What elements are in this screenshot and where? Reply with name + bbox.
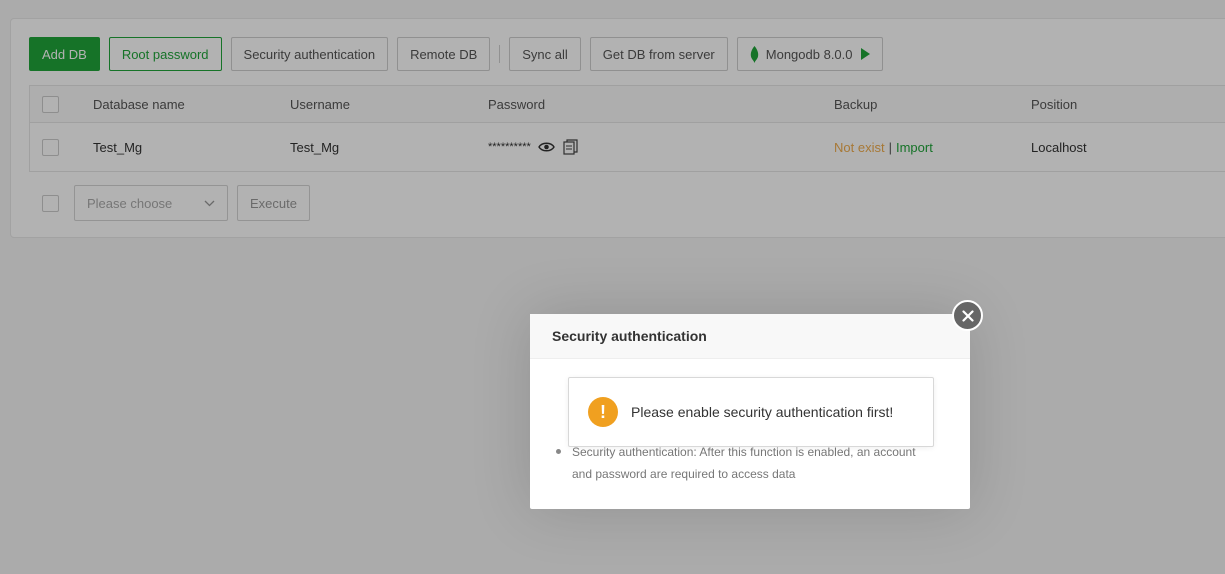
tip-item: Security authentication: After this func… [556, 441, 916, 485]
dialog-tips: Security authentication: After this func… [556, 441, 916, 485]
close-button[interactable] [952, 300, 983, 331]
close-icon [961, 309, 974, 322]
dialog-title: Security authentication [530, 314, 970, 359]
warning-icon: ! [588, 397, 618, 427]
warning-message-text: Please enable security authentication fi… [631, 404, 894, 420]
warning-message: ! Please enable security authentication … [568, 377, 934, 447]
